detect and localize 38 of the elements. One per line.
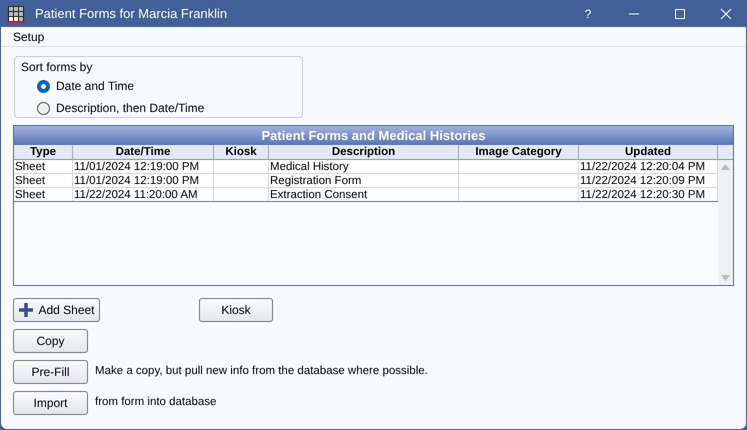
help-button[interactable]: ? bbox=[565, 5, 611, 23]
grid-app-icon bbox=[7, 5, 25, 23]
table-cell: 11/22/2024 12:20:04 PM bbox=[579, 160, 718, 173]
radio-button[interactable] bbox=[37, 80, 50, 92]
import-button[interactable]: Import bbox=[13, 391, 88, 415]
window-title: Patient Forms for Marcia Franklin bbox=[35, 5, 228, 24]
table-cell: Medical History bbox=[269, 160, 459, 173]
menu-item[interactable]: Setup bbox=[7, 28, 50, 46]
column-header[interactable]: Type bbox=[14, 145, 73, 159]
radio-label: Date and Time bbox=[56, 78, 134, 95]
table-cell: Sheet bbox=[14, 160, 73, 173]
column-header[interactable]: Kiosk bbox=[214, 145, 269, 159]
copy-button[interactable]: Copy bbox=[13, 329, 88, 353]
maximize-icon[interactable] bbox=[674, 8, 686, 20]
table-cell: 11/01/2024 12:19:00 PM bbox=[73, 160, 214, 173]
column-header[interactable]: Updated bbox=[579, 145, 718, 159]
table-cell: Extraction Consent bbox=[269, 188, 459, 201]
column-header[interactable]: Date/Time bbox=[73, 145, 214, 159]
table-cell: 11/22/2024 11:20:00 AM bbox=[73, 188, 214, 201]
table-cell: Registration Form bbox=[269, 174, 459, 187]
add-sheet-button[interactable]: Add Sheet bbox=[13, 298, 100, 322]
table-cell: Sheet bbox=[14, 174, 73, 187]
close-icon[interactable] bbox=[720, 8, 732, 20]
column-header[interactable]: Image Category bbox=[459, 145, 579, 159]
import-note: from form into database bbox=[95, 395, 216, 410]
plus-icon bbox=[18, 302, 34, 318]
group-title: Sort forms by bbox=[21, 59, 92, 76]
table-cell: 11/22/2024 12:20:30 PM bbox=[579, 188, 718, 201]
pre-fill-button[interactable]: Pre-Fill bbox=[13, 360, 88, 384]
grid-title: Patient Forms and Medical Histories bbox=[14, 126, 733, 145]
column-header[interactable]: Description bbox=[269, 145, 459, 159]
pre-fill-note: Make a copy, but pull new info from the database where possible. bbox=[95, 364, 428, 380]
table-cell: 11/22/2024 12:20:09 PM bbox=[579, 174, 718, 187]
kiosk-button[interactable]: Kiosk bbox=[199, 298, 273, 322]
radio-button[interactable] bbox=[37, 102, 50, 114]
radio-label: Description, then Date/Time bbox=[56, 100, 204, 117]
table-cell: Sheet bbox=[14, 188, 73, 201]
table-cell: 11/01/2024 12:19:00 PM bbox=[73, 174, 214, 187]
